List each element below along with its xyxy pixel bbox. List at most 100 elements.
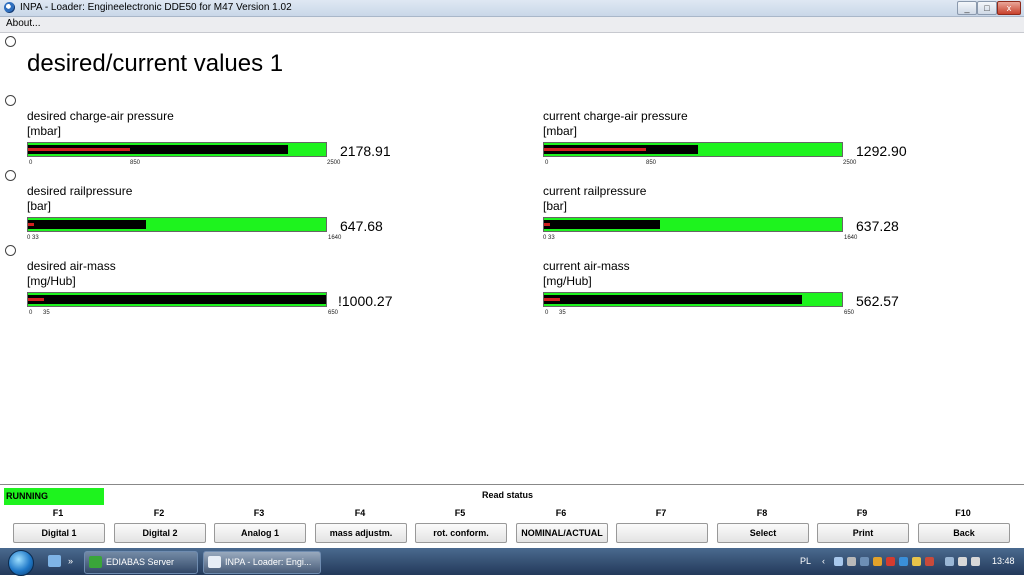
taskbar-item-label: EDIABAS Server (106, 557, 175, 567)
fkey-label-f3: F3 (253, 508, 265, 518)
gauge-label: desired air-mass (27, 259, 116, 273)
desired-air-mass-gauge (27, 292, 327, 307)
app-icon (4, 2, 15, 13)
taskbar-item-label: INPA - Loader: Engi... (225, 557, 312, 567)
radio-button[interactable] (5, 245, 16, 256)
main-panel: desired/current values 1 desired charge-… (0, 33, 1024, 484)
gauge-label: current railpressure (543, 184, 647, 198)
radio-button[interactable] (5, 170, 16, 181)
tray-icon[interactable] (860, 557, 869, 566)
gauge-tick-mark: 850 (130, 160, 141, 166)
gauge-tick-min: 0 (545, 160, 549, 166)
current-railpressure-gauge (543, 217, 843, 232)
gauge-tick-max: 1640 (328, 235, 342, 241)
taskbar-item-ediabas[interactable]: EDIABAS Server (84, 551, 198, 574)
gauge-tick-max: 650 (844, 310, 855, 316)
volume-icon[interactable] (958, 557, 967, 566)
gauge-tick-min: 0 (29, 310, 33, 316)
fkey-label-f6: F6 (555, 508, 567, 518)
show-desktop-icon[interactable] (48, 555, 61, 567)
clock[interactable]: 13:48 (992, 556, 1015, 566)
back-button[interactable]: Back (918, 523, 1010, 543)
gauge-value: 2178.91 (340, 143, 391, 159)
fkey-label-f4: F4 (354, 508, 366, 518)
close-button[interactable]: x (997, 1, 1021, 15)
gauge-unit: [bar] (27, 199, 52, 213)
rot-conform-button[interactable]: rot. conform. (415, 523, 507, 543)
tray-expand-icon[interactable]: ‹ (822, 556, 825, 566)
speaker-icon[interactable] (971, 557, 980, 566)
window-title: INPA - Loader: Engineelectronic DDE50 fo… (20, 2, 292, 13)
menu-about[interactable]: About... (6, 18, 40, 29)
fkey-label-f1: F1 (52, 508, 64, 518)
gauge-tick-max: 2500 (843, 160, 857, 166)
fkey-label-f7: F7 (655, 508, 667, 518)
gauge-limit-marker (544, 148, 646, 151)
radio-button[interactable] (5, 36, 16, 47)
desired-railpressure-gauge (27, 217, 327, 232)
language-indicator[interactable]: PL (800, 556, 811, 566)
gauge-tick-mark: 35 (559, 310, 566, 316)
gauge-limit-marker (28, 298, 44, 301)
print-button[interactable]: Print (817, 523, 909, 543)
fkey-label-f8: F8 (756, 508, 768, 518)
tray-icon[interactable] (912, 557, 921, 566)
tray-icon[interactable] (886, 557, 895, 566)
quicklaunch-chevron[interactable]: » (68, 556, 73, 566)
gauge-fill (544, 220, 660, 229)
tray-icon[interactable] (873, 557, 882, 566)
mass-adjustm-button[interactable]: mass adjustm. (315, 523, 407, 543)
tray-icon[interactable] (925, 557, 934, 566)
title-bar: INPA - Loader: Engineelectronic DDE50 fo… (0, 0, 1024, 17)
gauge-tick-mark: 33 (548, 235, 555, 241)
gauge-tick-mark: 35 (43, 310, 50, 316)
radio-button[interactable] (5, 95, 16, 106)
running-status: RUNNING (4, 488, 104, 505)
taskbar-item-inpa[interactable]: INPA - Loader: Engi... (203, 551, 321, 574)
gauge-limit-marker (28, 148, 130, 151)
gauge-fill (28, 220, 146, 229)
fkey-label-f5: F5 (454, 508, 466, 518)
current-charge-air-gauge (543, 142, 843, 157)
gauge-value: 1292.90 (856, 143, 907, 159)
menu-bar: About... (0, 17, 1024, 33)
fkey-label-f9: F9 (856, 508, 868, 518)
battery-icon[interactable] (945, 557, 954, 566)
gauge-value: 637.28 (856, 218, 899, 234)
tray-icon[interactable] (847, 557, 856, 566)
ediabas-icon (89, 556, 102, 568)
read-status-label: Read status (482, 490, 534, 500)
gauge-unit: [mg/Hub] (27, 274, 76, 288)
page-title: desired/current values 1 (27, 50, 284, 77)
desired-charge-air-gauge (27, 142, 327, 157)
gauge-fill (544, 295, 802, 304)
network-icon[interactable] (834, 557, 843, 566)
analog-1-button[interactable]: Analog 1 (214, 523, 306, 543)
taskbar: » EDIABAS Server INPA - Loader: Engi... … (0, 548, 1024, 576)
digital-1-button[interactable]: Digital 1 (13, 523, 105, 543)
gauge-tick-min: 0 (545, 310, 549, 316)
gauge-label: desired railpressure (27, 184, 133, 198)
gauge-fill (28, 295, 326, 304)
gauge-value: 562.57 (856, 293, 899, 309)
gauge-tick-min: 0 (543, 235, 547, 241)
f7-button[interactable] (616, 523, 708, 543)
gauge-label: current air-mass (543, 259, 630, 273)
function-key-bar: RUNNING Read status F1 F2 F3 F4 F5 F6 F7… (0, 484, 1024, 549)
maximize-button[interactable]: □ (977, 1, 997, 15)
inpa-icon (208, 556, 221, 568)
select-button[interactable]: Select (717, 523, 809, 543)
minimize-button[interactable]: _ (957, 1, 977, 15)
digital-2-button[interactable]: Digital 2 (114, 523, 206, 543)
gauge-tick-min: 0 (29, 160, 33, 166)
gauge-tick-min: 0 (27, 235, 31, 241)
gauge-limit-marker (28, 223, 34, 226)
fkey-label-f2: F2 (153, 508, 165, 518)
start-button[interactable] (8, 550, 34, 576)
current-air-mass-gauge (543, 292, 843, 307)
gauge-unit: [mg/Hub] (543, 274, 592, 288)
nominal-actual-button[interactable]: NOMINAL/ACTUAL (516, 523, 608, 543)
gauge-tick-mark: 850 (646, 160, 657, 166)
fkey-label-f10: F10 (955, 508, 971, 518)
tray-icon[interactable] (899, 557, 908, 566)
